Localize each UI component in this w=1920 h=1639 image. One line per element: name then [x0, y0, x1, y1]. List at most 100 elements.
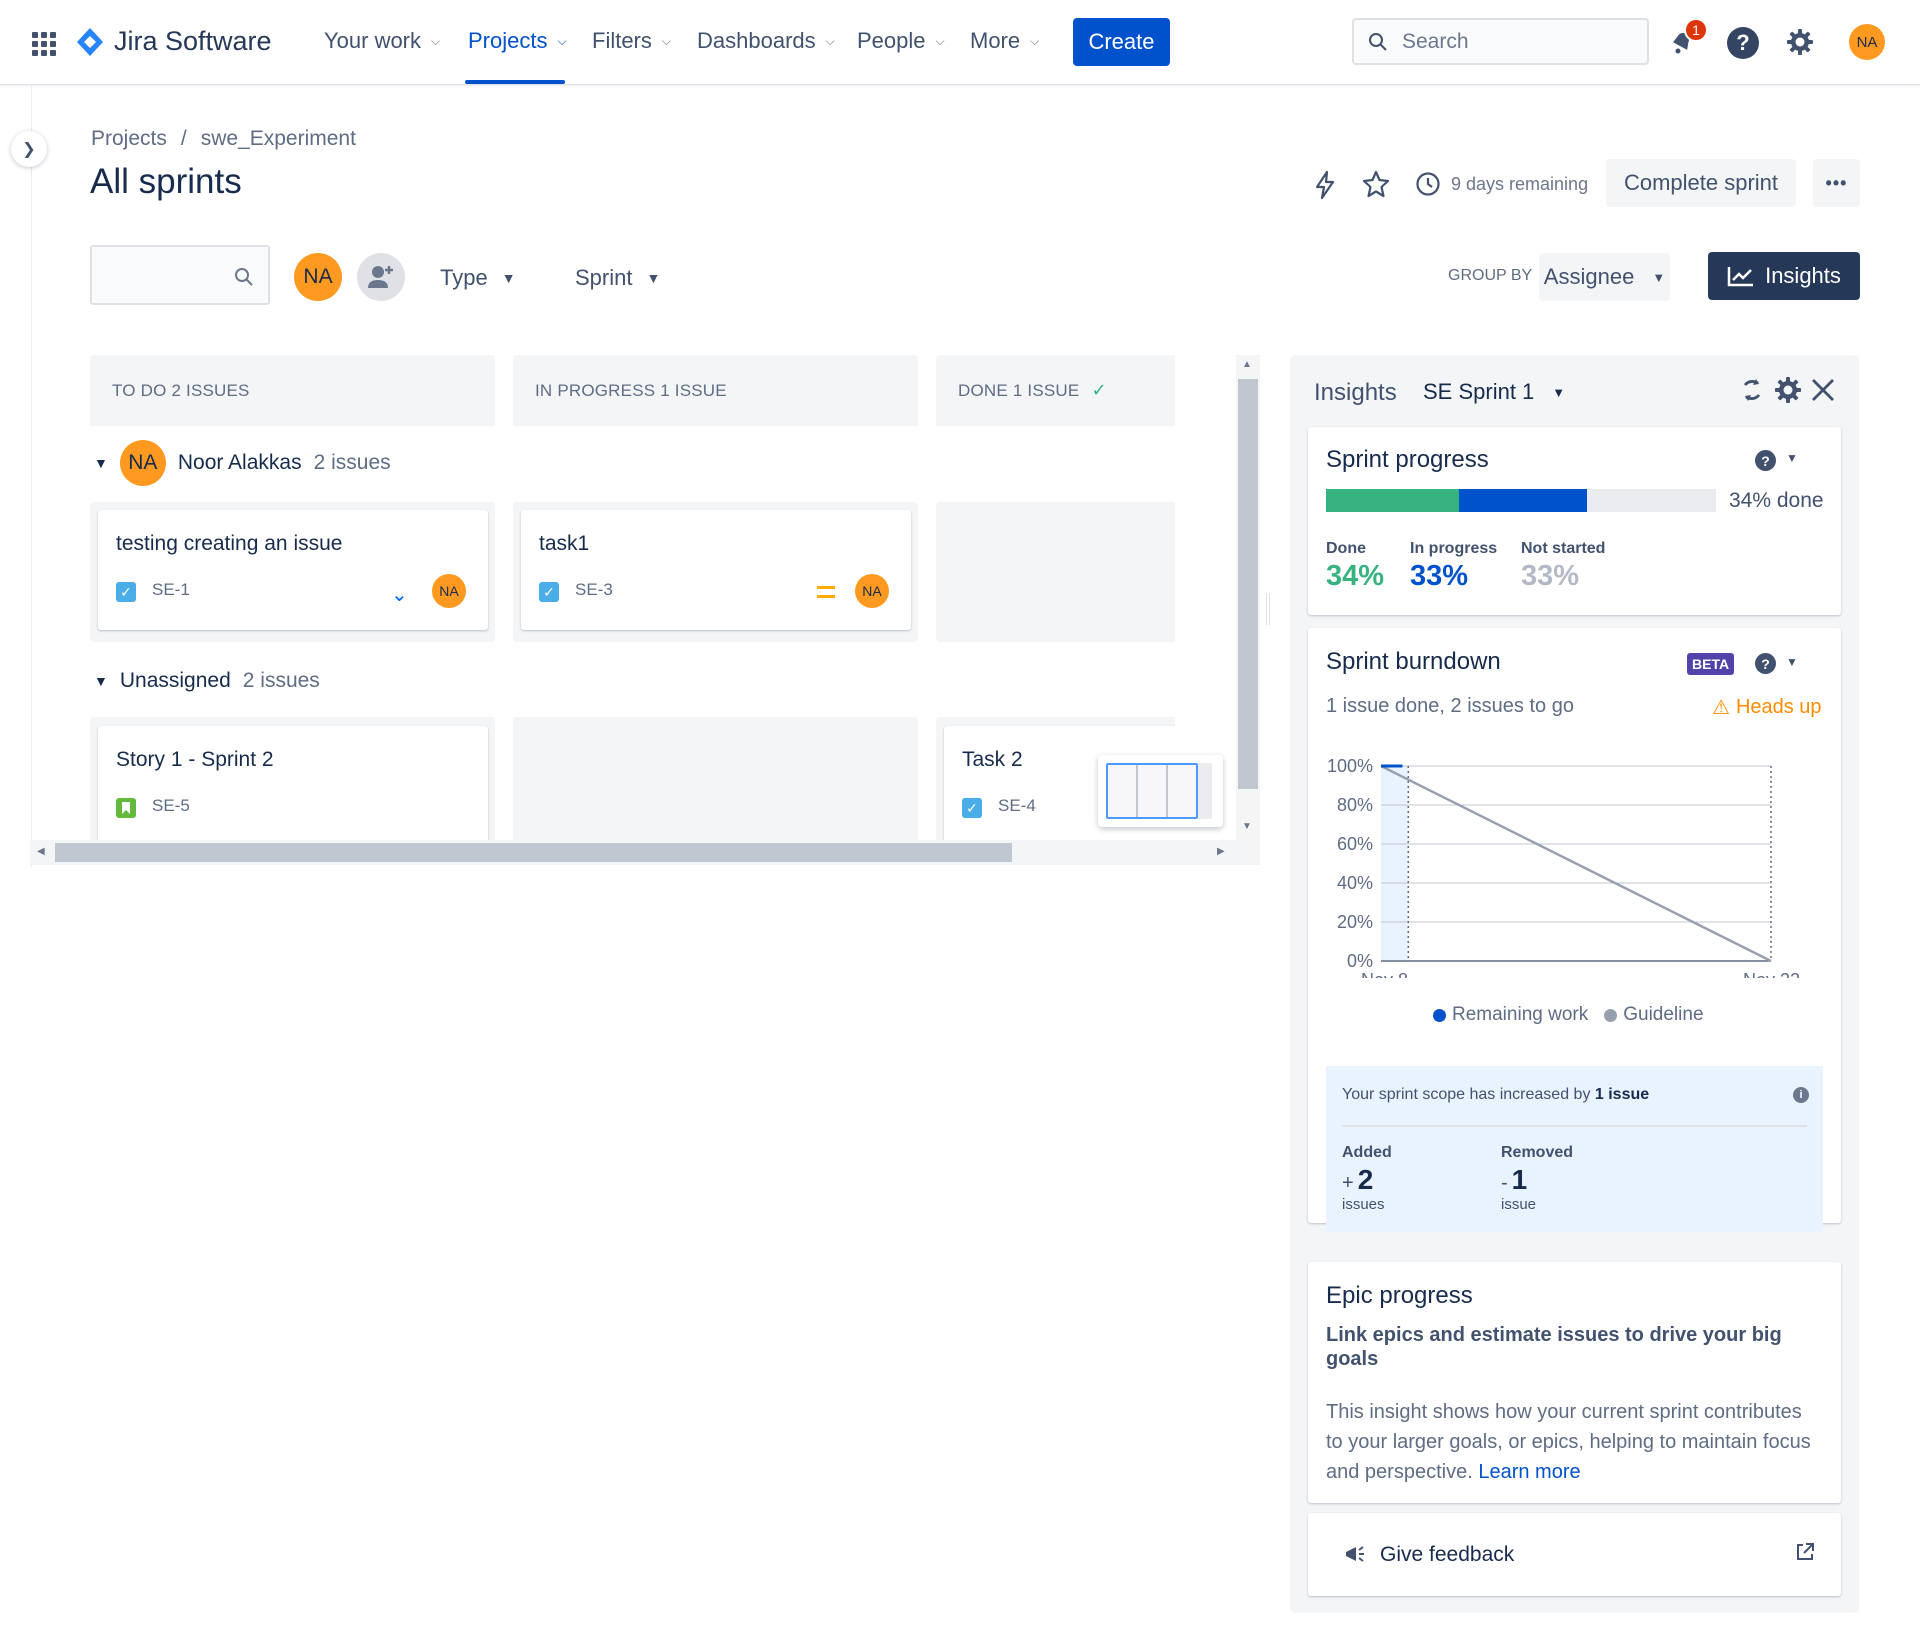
group-by-select[interactable]: Assignee ▼ [1539, 253, 1670, 301]
chevron-down-icon: ⌵ [935, 33, 945, 48]
help-icon[interactable]: ? [1755, 653, 1776, 674]
column-header-done: DONE 1 ISSUE ✓ [936, 355, 1175, 426]
nav-dashboards[interactable]: Dashboards ⌵ [697, 28, 835, 54]
filter-avatar[interactable]: NA [294, 253, 342, 301]
app-switcher-icon[interactable] [32, 32, 56, 56]
heads-up-link[interactable]: ⚠ Heads up [1712, 695, 1822, 720]
scroll-thumb[interactable] [1238, 379, 1258, 789]
insights-button[interactable]: Insights [1708, 252, 1860, 300]
jira-logo[interactable]: Jira Software [76, 26, 272, 57]
y-tick-label: 60% [1337, 834, 1373, 854]
lane-done [936, 502, 1175, 642]
nav-active-indicator [465, 80, 565, 84]
issue-title: task1 [539, 532, 590, 555]
expand-sidebar-button[interactable]: ❯ [11, 131, 47, 167]
panel-resize-handle[interactable] [1266, 593, 1270, 625]
insights-panel: Insights SE Sprint 1 ▼ Sprint progress ? … [1290, 355, 1859, 1613]
chevron-down-icon: ⌵ [1030, 33, 1040, 48]
chart-legend: Remaining work Guideline [1433, 1004, 1704, 1026]
epic-progress-title: Epic progress [1326, 1282, 1473, 1309]
help-icon[interactable]: ? [1755, 450, 1776, 471]
group-by-label: GROUP BY [1448, 267, 1533, 284]
refresh-icon [1743, 379, 1761, 401]
swimlane-header-unassigned[interactable]: ▼ Unassigned 2 issues [94, 669, 320, 693]
sprint-burndown-card: Sprint burndown BETA ? ▼ 1 issue done, 2… [1308, 628, 1841, 1232]
issue-key: SE-4 [998, 796, 1036, 815]
breadcrumb-separator: / [180, 127, 187, 150]
task-type-icon: ✓ [116, 582, 136, 602]
nav-your-work[interactable]: Your work ⌵ [324, 28, 440, 54]
type-filter[interactable]: Type ▼ [440, 265, 516, 291]
task-type-icon: ✓ [962, 798, 982, 818]
panel-settings-button[interactable] [1773, 375, 1803, 405]
horizontal-scrollbar[interactable]: ◀ ▶ [30, 840, 1260, 865]
issue-key: SE-5 [152, 796, 190, 815]
priority-low-icon: ⌄ [391, 584, 408, 606]
give-feedback-button[interactable]: Give feedback [1308, 1513, 1841, 1596]
more-icon: ••• [1825, 172, 1848, 193]
y-tick-label: 80% [1337, 795, 1373, 815]
nav-projects[interactable]: Projects ⌵ [468, 28, 567, 54]
issue-title: testing creating an issue [116, 532, 343, 555]
gear-icon [1787, 29, 1813, 55]
swimlane-count: 2 issues [313, 451, 391, 474]
nav-filters[interactable]: Filters ⌵ [592, 28, 671, 54]
sidebar-divider [31, 85, 32, 867]
add-people-button[interactable] [357, 253, 405, 301]
y-tick-label: 20% [1337, 912, 1373, 932]
settings-button[interactable] [1785, 27, 1817, 59]
scroll-down-arrow[interactable]: ▼ [1242, 821, 1252, 832]
issue-card[interactable]: Story 1 - Sprint 2 SE-5 [98, 726, 488, 840]
automation-button[interactable] [1313, 170, 1337, 200]
scope-added: Added +2 issues [1342, 1144, 1392, 1213]
create-button[interactable]: Create [1073, 18, 1170, 66]
task-type-icon: ✓ [539, 582, 559, 602]
scroll-up-arrow[interactable]: ▲ [1242, 359, 1252, 370]
chevron-down-icon: ⌵ [557, 33, 567, 48]
scroll-thumb[interactable] [55, 843, 1012, 862]
search-input[interactable]: Search [1352, 18, 1649, 65]
assignee-avatar[interactable]: NA [855, 574, 889, 608]
swimlane-name: Noor Alakkas [177, 451, 302, 474]
help-button[interactable]: ? [1727, 27, 1759, 59]
learn-more-link[interactable]: Learn more [1478, 1461, 1580, 1483]
breadcrumb-projects[interactable]: Projects [91, 127, 167, 151]
sprint-filter[interactable]: Sprint ▼ [575, 265, 660, 291]
refresh-button[interactable] [1738, 376, 1766, 404]
x-tick-label: Nov 8 [1361, 970, 1408, 978]
board-viewport: TO DO 2 ISSUES IN PROGRESS 1 ISSUE DONE … [90, 355, 1175, 840]
info-icon[interactable]: i [1793, 1087, 1809, 1103]
star-button[interactable] [1362, 170, 1390, 198]
board-minimap[interactable] [1098, 755, 1223, 827]
user-avatar[interactable]: NA [1849, 24, 1885, 60]
lightning-icon [1315, 170, 1335, 200]
chevron-down-icon: ▼ [1652, 269, 1666, 285]
nav-people[interactable]: People ⌵ [857, 28, 945, 54]
issue-key: SE-3 [575, 580, 613, 599]
swimlane-count: 2 issues [242, 669, 320, 692]
issue-card[interactable]: testing creating an issue ✓ SE-1 ⌄ NA [98, 510, 488, 630]
minimap-viewport[interactable] [1106, 763, 1198, 819]
more-actions-button[interactable]: ••• [1813, 159, 1860, 207]
issue-title: Story 1 - Sprint 2 [116, 748, 274, 771]
chevron-down-icon: ▼ [94, 455, 108, 471]
sprint-select[interactable]: SE Sprint 1 ▼ [1423, 379, 1565, 405]
breadcrumb-project[interactable]: swe_Experiment [201, 127, 356, 151]
issue-card[interactable]: task1 ✓ SE-3 NA [521, 510, 911, 630]
close-panel-button[interactable] [1810, 377, 1836, 403]
board-search-input[interactable] [90, 245, 270, 305]
collapse-chevron-icon[interactable]: ▼ [1786, 451, 1798, 465]
chevron-right-icon: ❯ [22, 141, 36, 158]
search-placeholder: Search [1402, 29, 1469, 53]
scroll-right-arrow[interactable]: ▶ [1217, 846, 1225, 857]
vertical-scrollbar[interactable]: ▲ ▼ [1236, 355, 1260, 840]
nav-more[interactable]: More ⌵ [970, 28, 1039, 54]
notifications-button[interactable]: 1 [1668, 18, 1708, 60]
assignee-avatar[interactable]: NA [432, 574, 466, 608]
scope-change-text: Your sprint scope has increased by 1 iss… [1342, 1086, 1650, 1103]
swimlane-header-noor[interactable]: ▼ NA Noor Alakkas 2 issues [94, 440, 391, 486]
collapse-chevron-icon[interactable]: ▼ [1786, 655, 1798, 669]
complete-sprint-button[interactable]: Complete sprint [1606, 159, 1796, 207]
scroll-left-arrow[interactable]: ◀ [37, 846, 45, 857]
scope-removed: Removed -1 issue [1501, 1144, 1574, 1213]
